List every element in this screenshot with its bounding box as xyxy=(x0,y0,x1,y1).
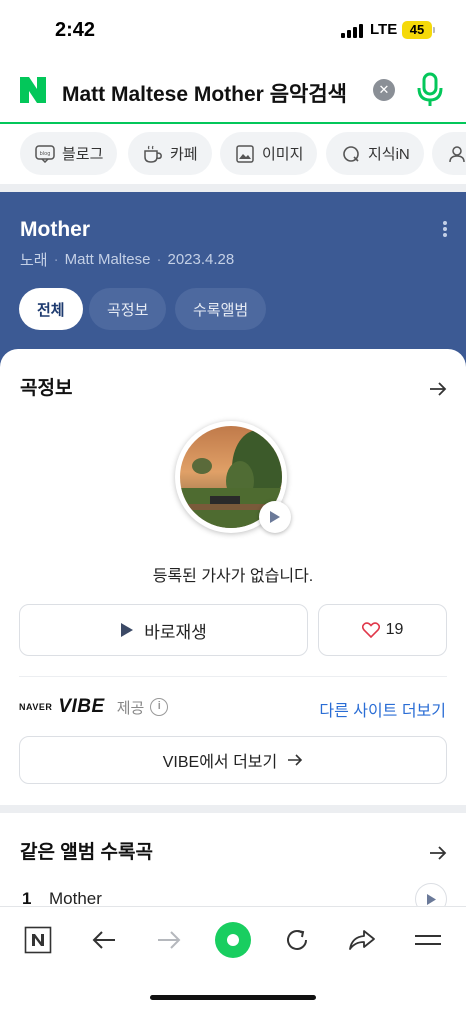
forward-button[interactable] xyxy=(152,923,186,957)
network-label: LTE xyxy=(370,21,398,38)
naver-wordmark: NAVER xyxy=(19,702,53,712)
song-type: 노래 xyxy=(20,252,48,269)
vibe-provider: NAVER VIBE 제공 i xyxy=(19,696,169,718)
like-count: 19 xyxy=(385,621,404,638)
no-lyrics-text: 등록된 가사가 없습니다. xyxy=(152,568,314,585)
refresh-icon xyxy=(287,930,307,950)
forward-arrow-icon xyxy=(158,931,181,949)
green-dot-button[interactable] xyxy=(214,921,252,959)
tab-label: 지식iN xyxy=(368,146,410,163)
battery-tip xyxy=(433,27,435,33)
home-indicator xyxy=(150,995,316,1000)
tab-cafe[interactable]: 카페 xyxy=(128,132,212,175)
back-button[interactable] xyxy=(87,923,121,957)
browser-toolbar xyxy=(0,906,466,1009)
qna-icon xyxy=(340,143,362,165)
same-album-section: 같은 앨범 수록곡 1 Mother xyxy=(0,813,466,915)
play-icon xyxy=(426,893,436,905)
naver-logo-icon[interactable] xyxy=(18,75,48,105)
svg-text:blog: blog xyxy=(40,151,51,157)
section-divider xyxy=(0,184,466,192)
naver-home-button[interactable] xyxy=(21,923,55,957)
more-on-vibe-button[interactable]: VIBE에서 더보기 xyxy=(19,736,447,784)
clear-search-button[interactable]: ✕ xyxy=(373,79,395,101)
like-button[interactable]: 19 xyxy=(318,604,447,656)
arrow-right-icon xyxy=(288,754,303,766)
album-play-button[interactable] xyxy=(259,501,291,533)
play-icon xyxy=(121,623,134,637)
filter-song-info[interactable]: 곡정보 xyxy=(89,288,167,330)
arrow-right-icon[interactable] xyxy=(428,379,448,399)
signal-icon xyxy=(341,24,363,38)
hamburger-menu-icon xyxy=(415,935,441,945)
back-arrow-icon xyxy=(92,931,115,949)
meta-separator: · xyxy=(53,251,59,268)
section-divider xyxy=(0,805,466,813)
play-now-button[interactable]: 바로재생 xyxy=(19,604,308,656)
filter-all[interactable]: 전체 xyxy=(19,288,83,330)
song-artist[interactable]: Matt Maltese xyxy=(65,251,151,268)
song-info-title: 곡정보 xyxy=(20,378,73,399)
arrow-right-icon[interactable] xyxy=(428,843,448,863)
blog-icon: blog xyxy=(34,143,56,165)
tab-label: 이미지 xyxy=(262,146,304,163)
tab-label: 블로그 xyxy=(62,146,104,163)
image-icon xyxy=(234,143,256,165)
tab-images[interactable]: 이미지 xyxy=(220,132,318,175)
status-time: 2:42 xyxy=(55,19,96,41)
divider xyxy=(19,676,447,677)
mic-icon[interactable] xyxy=(416,72,444,108)
heart-icon xyxy=(361,622,380,638)
info-icon[interactable]: i xyxy=(150,698,169,716)
search-input[interactable]: Matt Maltese Mother 음악검색 xyxy=(62,78,347,108)
play-icon xyxy=(270,511,280,523)
song-title: Mother xyxy=(20,218,90,241)
status-bar: 2:42 LTE 45 xyxy=(0,0,466,58)
tab-blog[interactable]: blog 블로그 xyxy=(20,132,118,175)
green-dot-icon xyxy=(215,922,251,958)
share-button[interactable] xyxy=(345,923,379,957)
filter-album[interactable]: 수록앨범 xyxy=(175,288,267,330)
tab-label: 카페 xyxy=(170,146,198,163)
song-date: 2023.4.28 xyxy=(167,251,235,268)
provider-label: 제공 xyxy=(116,699,145,717)
tab-person[interactable] xyxy=(432,132,466,175)
play-now-label: 바로재생 xyxy=(144,622,207,642)
other-sites-link[interactable]: 다른 사이트 더보기 xyxy=(319,697,446,721)
tab-kin[interactable]: 지식iN xyxy=(326,132,424,175)
more-on-vibe-label: VIBE에서 더보기 xyxy=(162,754,278,771)
refresh-button[interactable] xyxy=(280,923,314,957)
song-meta: 노래 · Matt Maltese · 2023.4.28 xyxy=(20,249,234,270)
share-icon xyxy=(349,930,375,950)
naver-n-icon xyxy=(24,926,52,954)
search-bar: Matt Maltese Mother 음악검색 ✕ xyxy=(0,58,466,124)
cafe-cup-icon xyxy=(142,143,164,165)
vibe-logo: VIBE xyxy=(58,696,105,717)
person-icon xyxy=(446,143,466,165)
album-cover[interactable] xyxy=(175,421,291,533)
same-album-title: 같은 앨범 수록곡 xyxy=(20,842,153,863)
song-header: Mother 노래 · Matt Maltese · 2023.4.28 전체 … xyxy=(0,192,466,372)
meta-separator: · xyxy=(156,251,162,268)
menu-button[interactable] xyxy=(411,923,445,957)
search-tabs: blog 블로그 카페 이미지 지식iN xyxy=(0,124,466,184)
more-options-icon[interactable] xyxy=(442,220,448,238)
battery-icon: 45 xyxy=(402,21,432,39)
song-info-card: 곡정보 등록된 가사가 없습니다. 바로재생 19 NAVER VIBE 제공 … xyxy=(0,349,466,805)
